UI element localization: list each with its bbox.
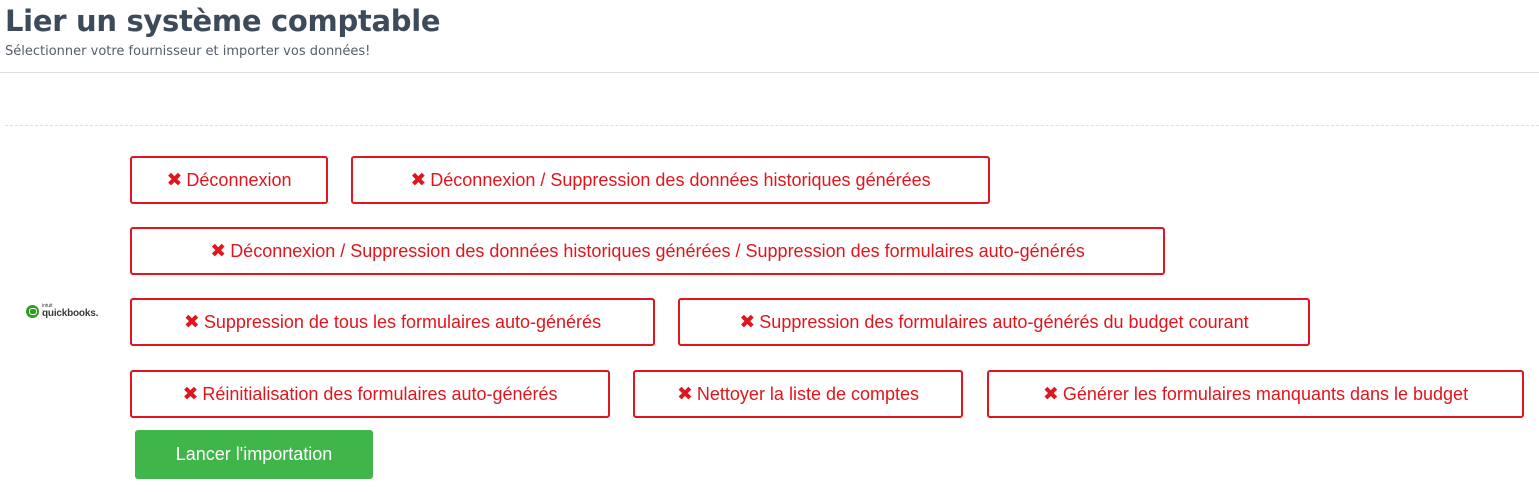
times-icon: ✖ bbox=[1042, 382, 1059, 405]
generate-missing-forms-button[interactable]: ✖ Générer les formulaires manquants dans… bbox=[987, 370, 1524, 418]
page: Lier un système comptable Sélectionner v… bbox=[0, 0, 1539, 492]
times-icon: ✖ bbox=[210, 239, 227, 262]
generate-missing-forms-label: Générer les formulaires manquants dans l… bbox=[1062, 383, 1469, 404]
times-icon: ✖ bbox=[676, 382, 693, 405]
reset-forms-button[interactable]: ✖ Réinitialisation des formulaires auto-… bbox=[130, 370, 610, 418]
start-import-button[interactable]: Lancer l'importation bbox=[135, 430, 373, 479]
times-icon: ✖ bbox=[739, 310, 756, 333]
disconnect-delete-all-button[interactable]: ✖ Déconnexion / Suppression des données … bbox=[130, 227, 1165, 275]
quickbooks-icon bbox=[26, 305, 39, 318]
page-title: Lier un système comptable bbox=[5, 4, 441, 38]
page-subtitle: Sélectionner votre fournisseur et import… bbox=[5, 44, 371, 59]
disconnect-delete-history-button[interactable]: ✖ Déconnexion / Suppression des données … bbox=[351, 156, 990, 204]
times-icon: ✖ bbox=[183, 310, 200, 333]
disconnect-button-label: Déconnexion bbox=[186, 169, 292, 190]
times-icon: ✖ bbox=[410, 168, 427, 191]
section-divider bbox=[5, 125, 1539, 126]
clean-accounts-button[interactable]: ✖ Nettoyer la liste de comptes bbox=[633, 370, 963, 418]
delete-current-budget-forms-label: Suppression des formulaires auto-générés… bbox=[759, 311, 1249, 332]
times-icon: ✖ bbox=[166, 168, 183, 191]
delete-current-budget-forms-button[interactable]: ✖ Suppression des formulaires auto-génér… bbox=[678, 298, 1310, 346]
delete-all-forms-button[interactable]: ✖ Suppression de tous les formulaires au… bbox=[130, 298, 655, 346]
disconnect-button[interactable]: ✖ Déconnexion bbox=[130, 156, 328, 204]
disconnect-delete-history-label: Déconnexion / Suppression des données hi… bbox=[430, 169, 931, 190]
logo-quickbooks-text: quickbooks. bbox=[42, 308, 99, 319]
header-divider bbox=[0, 72, 1539, 73]
start-import-label: Lancer l'importation bbox=[175, 444, 333, 464]
reset-forms-label: Réinitialisation des formulaires auto-gé… bbox=[202, 383, 558, 404]
delete-all-forms-label: Suppression de tous les formulaires auto… bbox=[203, 311, 602, 332]
quickbooks-logo: intuit quickbooks. bbox=[26, 304, 98, 319]
disconnect-delete-all-label: Déconnexion / Suppression des données hi… bbox=[230, 240, 1085, 261]
times-icon: ✖ bbox=[182, 382, 199, 405]
clean-accounts-label: Nettoyer la liste de comptes bbox=[696, 383, 920, 404]
